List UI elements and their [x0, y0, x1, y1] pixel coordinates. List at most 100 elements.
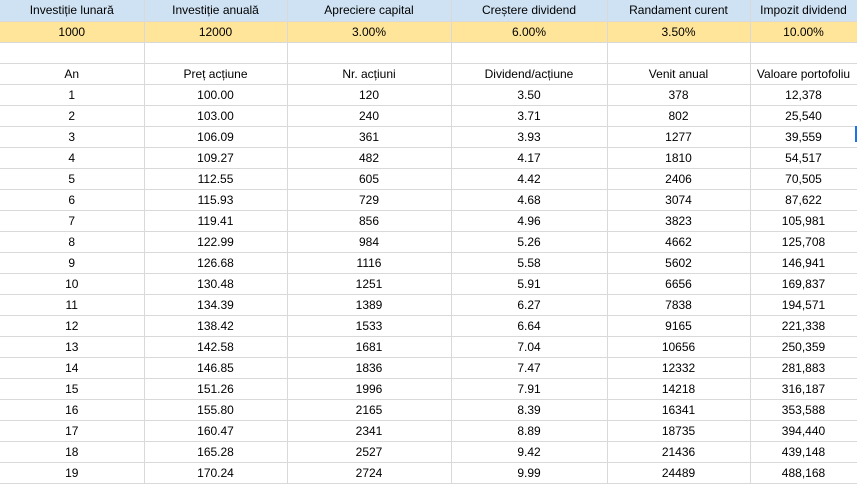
- param-value-randament-curent[interactable]: 3.50%: [607, 21, 751, 43]
- cell-pret-actiune[interactable]: 106.09: [144, 126, 288, 148]
- cell-pret-actiune[interactable]: 151.26: [144, 378, 288, 400]
- cell-nr-actiuni[interactable]: 361: [287, 126, 452, 148]
- cell-nr-actiuni[interactable]: 1533: [287, 315, 452, 337]
- cell-venit-anual[interactable]: 2406: [607, 168, 751, 190]
- cell-venit-anual[interactable]: 10656: [607, 336, 751, 358]
- cell-nr-actiuni[interactable]: 729: [287, 189, 452, 211]
- cell-valoare-portofoliu[interactable]: 394,440: [750, 420, 857, 442]
- cell-valoare-portofoliu[interactable]: 146,941: [750, 252, 857, 274]
- cell-venit-anual[interactable]: 21436: [607, 441, 751, 463]
- cell-valoare-portofoliu[interactable]: 25,540: [750, 105, 857, 127]
- cell-dividend-actiune[interactable]: 4.96: [451, 210, 608, 232]
- cell-dividend-actiune[interactable]: 7.04: [451, 336, 608, 358]
- cell-an[interactable]: 4: [0, 147, 145, 169]
- cell-dividend-actiune[interactable]: 3.71: [451, 105, 608, 127]
- cell-dividend-actiune[interactable]: 5.91: [451, 273, 608, 295]
- cell-pret-actiune[interactable]: 119.41: [144, 210, 288, 232]
- cell-pret-actiune[interactable]: 160.47: [144, 420, 288, 442]
- cell-pret-actiune[interactable]: 170.24: [144, 462, 288, 484]
- cell-valoare-portofoliu[interactable]: 250,359: [750, 336, 857, 358]
- cell-venit-anual[interactable]: 5602: [607, 252, 751, 274]
- cell-nr-actiuni[interactable]: 856: [287, 210, 452, 232]
- param-header-investitie-lunara[interactable]: Investiție lunară: [0, 0, 145, 22]
- cell-nr-actiuni[interactable]: 120: [287, 84, 452, 106]
- cell-dividend-actiune[interactable]: 8.89: [451, 420, 608, 442]
- column-header-an[interactable]: An: [0, 63, 145, 85]
- cell-an[interactable]: 2: [0, 105, 145, 127]
- cell-dividend-actiune[interactable]: 6.64: [451, 315, 608, 337]
- cell-dividend-actiune[interactable]: 5.58: [451, 252, 608, 274]
- cell-venit-anual[interactable]: 16341: [607, 399, 751, 421]
- cell-nr-actiuni[interactable]: 482: [287, 147, 452, 169]
- cell-nr-actiuni[interactable]: 2165: [287, 399, 452, 421]
- cell-dividend-actiune[interactable]: 8.39: [451, 399, 608, 421]
- cell-an[interactable]: 17: [0, 420, 145, 442]
- cell-an[interactable]: 3: [0, 126, 145, 148]
- cell-nr-actiuni[interactable]: 1681: [287, 336, 452, 358]
- empty-cell[interactable]: [750, 42, 857, 64]
- param-header-impozit-dividend[interactable]: Impozit dividend: [750, 0, 857, 22]
- cell-valoare-portofoliu[interactable]: 488,168: [750, 462, 857, 484]
- cell-valoare-portofoliu[interactable]: 281,883: [750, 357, 857, 379]
- cell-dividend-actiune[interactable]: 4.17: [451, 147, 608, 169]
- cell-an[interactable]: 18: [0, 441, 145, 463]
- cell-dividend-actiune[interactable]: 7.91: [451, 378, 608, 400]
- cell-dividend-actiune[interactable]: 6.27: [451, 294, 608, 316]
- cell-valoare-portofoliu[interactable]: 316,187: [750, 378, 857, 400]
- cell-pret-actiune[interactable]: 100.00: [144, 84, 288, 106]
- cell-nr-actiuni[interactable]: 240: [287, 105, 452, 127]
- param-value-investitie-anuala[interactable]: 12000: [144, 21, 288, 43]
- cell-venit-anual[interactable]: 7838: [607, 294, 751, 316]
- cell-venit-anual[interactable]: 3823: [607, 210, 751, 232]
- cell-an[interactable]: 7: [0, 210, 145, 232]
- cell-pret-actiune[interactable]: 134.39: [144, 294, 288, 316]
- cell-venit-anual[interactable]: 9165: [607, 315, 751, 337]
- empty-cell[interactable]: [607, 42, 751, 64]
- cell-pret-actiune[interactable]: 146.85: [144, 357, 288, 379]
- cell-pret-actiune[interactable]: 155.80: [144, 399, 288, 421]
- cell-nr-actiuni[interactable]: 1116: [287, 252, 452, 274]
- column-header-venit-anual[interactable]: Venit anual: [607, 63, 751, 85]
- cell-venit-anual[interactable]: 12332: [607, 357, 751, 379]
- cell-pret-actiune[interactable]: 112.55: [144, 168, 288, 190]
- cell-dividend-actiune[interactable]: 4.68: [451, 189, 608, 211]
- cell-nr-actiuni[interactable]: 2341: [287, 420, 452, 442]
- cell-valoare-portofoliu[interactable]: 221,338: [750, 315, 857, 337]
- cell-venit-anual[interactable]: 3074: [607, 189, 751, 211]
- cell-valoare-portofoliu[interactable]: 54,517: [750, 147, 857, 169]
- cell-dividend-actiune[interactable]: 4.42: [451, 168, 608, 190]
- cell-pret-actiune[interactable]: 138.42: [144, 315, 288, 337]
- cell-venit-anual[interactable]: 1810: [607, 147, 751, 169]
- cell-venit-anual[interactable]: 4662: [607, 231, 751, 253]
- cell-valoare-portofoliu[interactable]: 87,622: [750, 189, 857, 211]
- column-header-pret-actiune[interactable]: Preț acțiune: [144, 63, 288, 85]
- cell-nr-actiuni[interactable]: 1996: [287, 378, 452, 400]
- cell-venit-anual[interactable]: 802: [607, 105, 751, 127]
- cell-pret-actiune[interactable]: 165.28: [144, 441, 288, 463]
- cell-dividend-actiune[interactable]: 3.50: [451, 84, 608, 106]
- param-header-apreciere-capital[interactable]: Apreciere capital: [287, 0, 452, 22]
- cell-valoare-portofoliu[interactable]: 39,559: [750, 126, 857, 148]
- param-header-crestere-dividend[interactable]: Creștere dividend: [451, 0, 608, 22]
- empty-cell[interactable]: [287, 42, 452, 64]
- cell-valoare-portofoliu[interactable]: 194,571: [750, 294, 857, 316]
- cell-nr-actiuni[interactable]: 2527: [287, 441, 452, 463]
- cell-valoare-portofoliu[interactable]: 169,837: [750, 273, 857, 295]
- cell-valoare-portofoliu[interactable]: 12,378: [750, 84, 857, 106]
- cell-dividend-actiune[interactable]: 5.26: [451, 231, 608, 253]
- cell-an[interactable]: 8: [0, 231, 145, 253]
- cell-valoare-portofoliu[interactable]: 70,505: [750, 168, 857, 190]
- cell-an[interactable]: 1: [0, 84, 145, 106]
- cell-dividend-actiune[interactable]: 3.93: [451, 126, 608, 148]
- column-header-nr-actiuni[interactable]: Nr. acțiuni: [287, 63, 452, 85]
- empty-cell[interactable]: [0, 42, 145, 64]
- cell-an[interactable]: 19: [0, 462, 145, 484]
- cell-valoare-portofoliu[interactable]: 125,708: [750, 231, 857, 253]
- cell-an[interactable]: 16: [0, 399, 145, 421]
- cell-pret-actiune[interactable]: 115.93: [144, 189, 288, 211]
- param-header-investitie-anuala[interactable]: Investiție anuală: [144, 0, 288, 22]
- cell-venit-anual[interactable]: 18735: [607, 420, 751, 442]
- param-value-apreciere-capital[interactable]: 3.00%: [287, 21, 452, 43]
- cell-nr-actiuni[interactable]: 984: [287, 231, 452, 253]
- cell-an[interactable]: 12: [0, 315, 145, 337]
